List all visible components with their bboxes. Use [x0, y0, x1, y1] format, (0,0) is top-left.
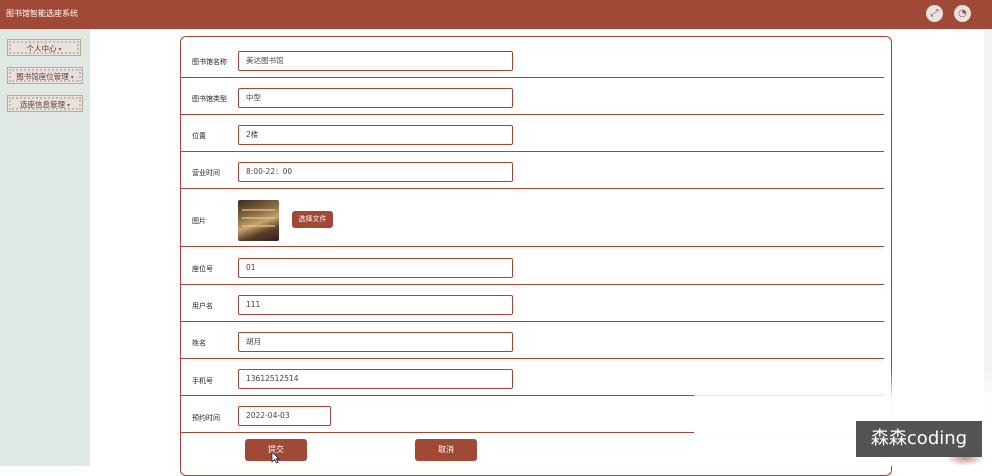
divider: [181, 358, 884, 359]
user-avatar-icon[interactable]: ◔: [954, 5, 971, 22]
field-label: 位置: [192, 132, 206, 140]
divider: [181, 321, 884, 322]
chevron-down-icon: ▾: [66, 102, 70, 109]
chevron-down-icon: ▾: [58, 46, 62, 53]
sidebar-item-seat-management[interactable]: 图书馆座位管理 ▾: [7, 67, 83, 84]
divider: [181, 284, 884, 285]
field-label: 用户名: [192, 302, 213, 310]
watermark: 森森coding: [856, 421, 982, 457]
divider: [181, 188, 884, 189]
sidebar-item-label: 图书馆座位管理: [16, 72, 69, 81]
divider: [181, 77, 884, 78]
sidebar-item-label: 选座信息管理: [19, 100, 65, 109]
opening-hours-input[interactable]: 8:00-22：00: [238, 162, 513, 182]
field-label: 图书馆名称: [192, 58, 227, 66]
phone-input[interactable]: 13612512514: [238, 369, 513, 389]
reservation-date-input[interactable]: 2022-04-03: [238, 406, 331, 426]
library-type-input[interactable]: 中型: [238, 88, 513, 108]
field-label: 手机号: [192, 377, 213, 385]
divider: [181, 114, 884, 115]
location-input[interactable]: 2楼: [238, 125, 513, 145]
chevron-down-icon: ▾: [70, 74, 74, 81]
field-label: 营业时间: [192, 169, 220, 177]
sidebar-item-personal-center[interactable]: 个人中心 ▾: [7, 39, 81, 56]
field-label: 图书馆类型: [192, 95, 227, 103]
field-label: 姓名: [192, 339, 206, 347]
library-photo-thumbnail: [238, 200, 279, 241]
sidebar-item-label: 个人中心: [26, 44, 57, 53]
cancel-button[interactable]: 取消: [415, 439, 477, 461]
name-input[interactable]: 胡月: [238, 332, 513, 352]
app-title: 图书馆智能选座系统: [6, 9, 78, 18]
fullscreen-icon[interactable]: ⤢: [926, 5, 943, 22]
choose-file-button[interactable]: 选择文件: [292, 211, 333, 228]
field-label: 座位号: [192, 265, 213, 273]
sidebar-item-selection-management[interactable]: 选座信息管理 ▾: [7, 95, 83, 112]
username-input[interactable]: 111: [238, 295, 513, 315]
divider: [181, 151, 884, 152]
mouse-cursor-icon: [271, 451, 280, 464]
seat-number-input[interactable]: 01: [238, 258, 513, 278]
field-label: 图片: [192, 217, 206, 225]
top-bar: 图书馆智能选座系统 ⤢ ◔: [0, 0, 992, 29]
field-label: 预约时间: [192, 414, 220, 422]
divider: [181, 246, 884, 247]
library-name-input[interactable]: 美达图书馆: [238, 51, 513, 71]
